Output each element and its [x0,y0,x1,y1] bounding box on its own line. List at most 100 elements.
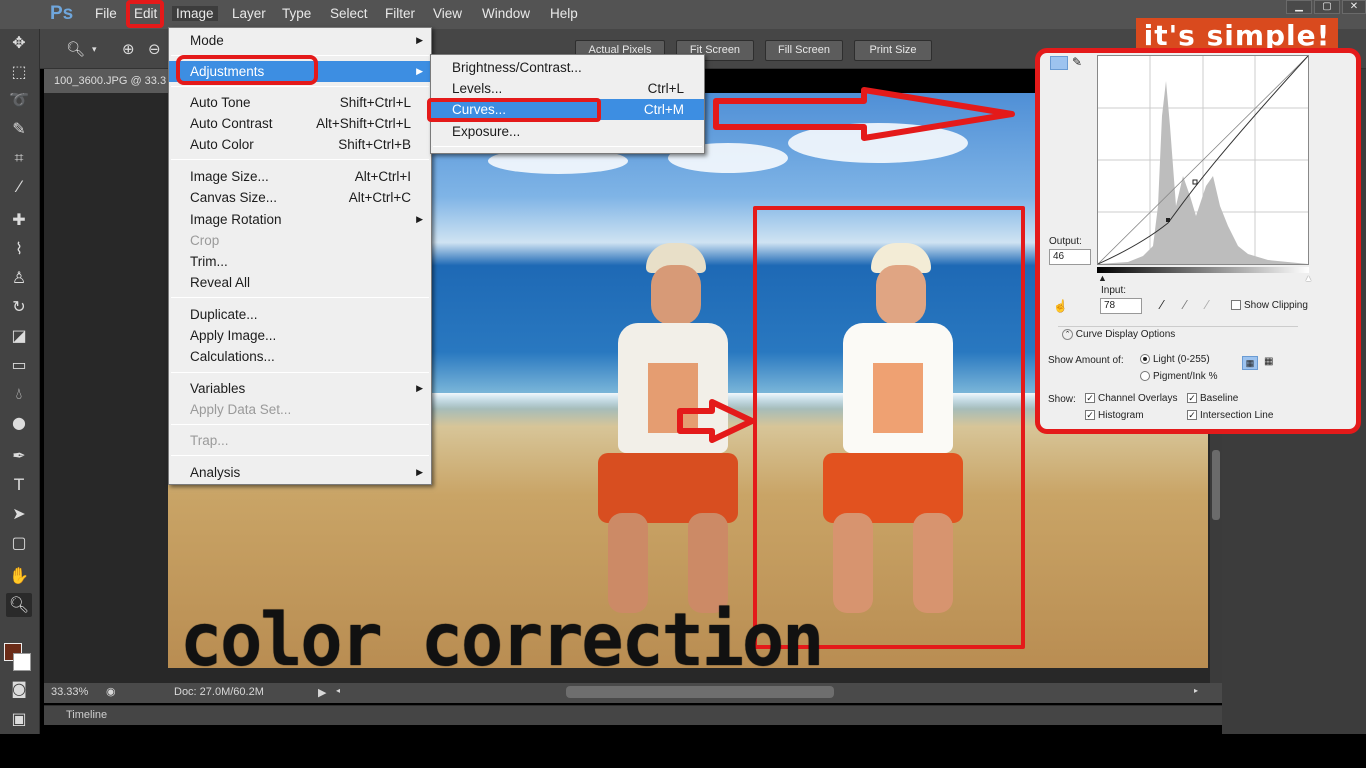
channel-logo: it's simple! [1136,18,1338,50]
menu-item-crop[interactable]: Crop [169,230,431,251]
menu-item-brightness-contrast[interactable]: Brightness/Contrast... [431,57,704,78]
blur-tool-icon[interactable]: 💧︎ [6,382,32,406]
targeted-adjustment-icon[interactable]: ☝ [1053,299,1068,313]
menu-item-variables[interactable]: Variables ▶ [169,378,431,399]
healing-brush-tool-icon[interactable]: ✚ [6,208,32,232]
curves-dialog: ✎ ▲ ▲ Output: 46 Input: 78 ☝ ⁄ ⁄ ⁄ Show … [1035,48,1361,434]
histogram-checkbox[interactable]: ✓ Histogram [1085,410,1144,421]
channel-overlays-checkbox[interactable]: ✓ Channel Overlays [1085,393,1177,404]
black-point-slider-icon[interactable]: ▲ [1098,273,1107,283]
menu-type[interactable]: Type [282,6,311,21]
menu-item-duplicate[interactable]: Duplicate... [169,304,431,325]
move-tool-icon[interactable]: ✥ [6,31,32,55]
gradient-tool-icon[interactable]: ▭ [6,353,32,377]
marquee-tool-icon[interactable]: ⬚ [6,60,32,84]
lasso-tool-icon[interactable]: ➰ [6,88,32,112]
menu-filter[interactable]: Filter [385,6,415,21]
menu-select[interactable]: Select [330,6,368,21]
submenu-arrow-icon: ▶ [416,467,423,477]
brush-tool-icon[interactable]: ⌇ [6,237,32,261]
eraser-tool-icon[interactable]: ◪ [6,324,32,348]
zoom-out-icon[interactable]: ⊖ [148,40,161,58]
light-radio[interactable]: Light (0-255) [1140,354,1210,365]
menu-item-trap[interactable]: Trap... [169,430,431,451]
minimize-icon[interactable]: ▁ [1286,0,1312,14]
quick-select-tool-icon[interactable]: ✎ [6,117,32,141]
vertical-scroll-thumb[interactable] [1212,450,1220,520]
menu-help[interactable]: Help [550,6,578,21]
quick-mask-icon[interactable]: ◙ [6,677,32,701]
fill-screen-button[interactable]: Fill Screen [765,40,843,61]
print-size-button[interactable]: Print Size [854,40,932,61]
screen-mode-icon[interactable]: ▣ [6,707,32,731]
path-selection-tool-icon[interactable]: ➤ [6,502,32,526]
menu-item-image-rotation[interactable]: Image Rotation ▶ [169,209,431,230]
submenu-arrow-icon: ▶ [416,66,423,76]
menu-window[interactable]: Window [482,6,530,21]
white-point-slider-icon[interactable]: ▲ [1304,273,1313,283]
menu-file[interactable]: File [95,6,117,21]
horizontal-scroll-thumb[interactable] [566,686,834,698]
zoom-tool-icon[interactable]: 🔍︎ [6,593,32,617]
tool-preset-dropdown-icon[interactable]: ▾ [92,45,97,55]
status-menu-icon[interactable]: ▶ [318,686,326,699]
zoom-level[interactable]: 33.33% [51,686,88,698]
annotation-arrow-left-icon [677,399,755,443]
menu-item-apply-data-set[interactable]: Apply Data Set... [169,399,431,420]
menu-item-auto-contrast[interactable]: Auto Contrast Alt+Shift+Ctrl+L [169,113,431,134]
annotation-adjustments-highlight [176,55,318,85]
curve-display-options-toggle[interactable]: ⌃ Curve Display Options [1062,329,1175,340]
crop-tool-icon[interactable]: ⌗ [6,146,32,170]
eyedropper-tool-icon[interactable]: ⁄ [6,175,32,199]
clone-stamp-tool-icon[interactable]: ♙ [6,266,32,290]
scroll-left-icon[interactable]: ◂ [336,686,340,695]
menu-item-image-size[interactable]: Image Size... Alt+Ctrl+I [169,166,431,187]
background-color-swatch[interactable] [13,653,31,671]
white-eyedropper-icon[interactable]: ⁄ [1206,297,1208,312]
maximize-icon[interactable]: ▢ [1314,0,1340,14]
menu-item-calculations[interactable]: Calculations... [169,346,431,367]
status-info-icon[interactable]: ◉ [106,685,116,698]
detailed-grid-icon[interactable]: ▦ [1264,356,1273,367]
menu-item-apply-image[interactable]: Apply Image... [169,325,431,346]
menu-image[interactable]: Image [172,6,218,21]
menu-item-levels[interactable]: Levels... Ctrl+L [431,78,704,99]
menu-item-canvas-size[interactable]: Canvas Size... Alt+Ctrl+C [169,187,431,208]
menu-item-auto-tone[interactable]: Auto Tone Shift+Ctrl+L [169,92,431,113]
history-brush-tool-icon[interactable]: ↻ [6,295,32,319]
black-eyedropper-icon[interactable]: ⁄ [1161,297,1163,312]
menu-item-analysis[interactable]: Analysis ▶ [169,462,431,483]
hand-tool-icon[interactable]: ✋ [6,564,32,588]
submenu-arrow-icon: ▶ [416,35,423,45]
zoom-tool-icon[interactable]: 🔍︎ [66,40,85,58]
pen-tool-icon[interactable]: ✒ [6,444,32,468]
curves-graph[interactable] [1097,55,1309,265]
curve-pencil-icon[interactable]: ✎ [1072,55,1082,69]
menu-item-trim[interactable]: Trim... [169,251,431,272]
menu-layer[interactable]: Layer [232,6,266,21]
dodge-tool-icon[interactable]: ● [6,411,32,435]
output-field[interactable]: 46 [1049,249,1091,265]
menu-item-mode[interactable]: Mode ▶ [169,30,431,51]
scroll-right-icon[interactable]: ▸ [1194,686,1198,695]
menu-view[interactable]: View [433,6,462,21]
submenu-arrow-icon: ▶ [416,383,423,393]
type-tool-icon[interactable]: T [6,473,32,497]
intersection-line-checkbox[interactable]: ✓ Intersection Line [1187,410,1273,421]
shape-tool-icon[interactable]: ▢ [6,531,32,555]
curve-point-tool-icon[interactable] [1050,56,1068,70]
show-clipping-checkbox[interactable]: Show Clipping [1231,300,1308,311]
gray-eyedropper-icon[interactable]: ⁄ [1184,297,1186,312]
timeline-label[interactable]: Timeline [66,709,107,721]
baseline-checkbox[interactable]: ✓ Baseline [1187,393,1238,404]
input-field[interactable]: 78 [1100,298,1142,314]
menu-item-reveal-all[interactable]: Reveal All [169,272,431,293]
input-label: Input: [1101,285,1127,296]
close-icon[interactable]: ✕ [1342,0,1366,14]
zoom-in-icon[interactable]: ⊕ [122,40,135,58]
timeline-panel: Timeline [44,705,1222,725]
pigment-ink-radio[interactable]: Pigment/Ink % [1140,371,1217,382]
simple-grid-icon[interactable]: ▦ [1242,356,1258,370]
menu-item-exposure[interactable]: Exposure... [431,121,704,142]
menu-item-auto-color[interactable]: Auto Color Shift+Ctrl+B [169,134,431,155]
